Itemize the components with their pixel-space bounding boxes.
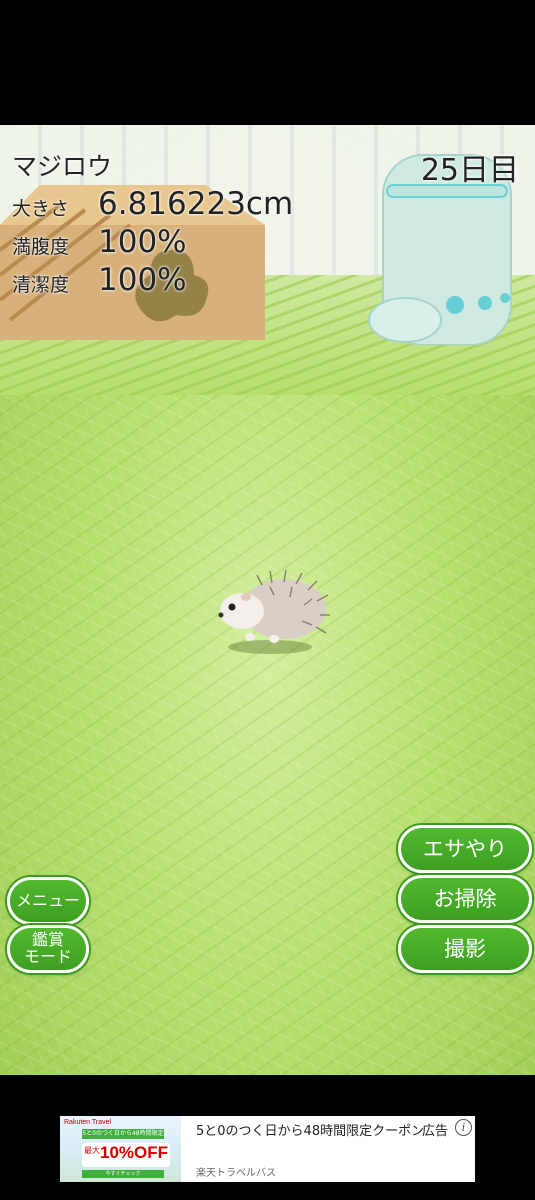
ad-brand-logo: Rakuten Travel — [64, 1119, 112, 1126]
ad-discount-percent: 10%OFF — [100, 1143, 169, 1162]
fullness-label: 満腹度 — [12, 236, 70, 258]
ad-label: 広告 — [422, 1124, 449, 1139]
photo-button[interactable]: 撮影 — [398, 925, 532, 973]
fullness-value: 100% — [98, 224, 187, 260]
game-screen[interactable]: エサやり お掃除 撮影 メニュー 鑑賞 モード — [0, 125, 535, 1075]
ad-advertiser: 楽天トラベルバス — [196, 1168, 276, 1179]
status-bar — [0, 0, 535, 125]
day-counter: 25日目 — [420, 153, 519, 188]
ad-campaign-strip: 今すぐチェック — [82, 1170, 164, 1178]
clean-button[interactable]: お掃除 — [398, 875, 532, 923]
ad-title[interactable]: 5と0のつく日から48時間限定クーポン — [196, 1122, 426, 1141]
cleanliness-label: 清潔度 — [12, 274, 70, 296]
info-icon[interactable]: i — [455, 1119, 472, 1136]
ad-banner[interactable]: Rakuten Travel 5と0のつく日から48時間限定 最大 10%OFF… — [60, 1116, 475, 1182]
ad-best-label: 最大 — [84, 1146, 100, 1155]
feed-button[interactable]: エサやり — [398, 825, 532, 873]
pet-name: マジロウ — [12, 152, 113, 181]
hedgehog-pet[interactable] — [212, 565, 332, 655]
viewing-mode-button[interactable]: 鑑賞 モード — [7, 925, 89, 973]
size-value: 6.816223cm — [98, 186, 294, 222]
ad-image-banner: 5と0のつく日から48時間限定 — [82, 1129, 164, 1139]
menu-button[interactable]: メニュー — [7, 877, 89, 925]
cleanliness-value: 100% — [98, 262, 187, 298]
viewing-mode-label-line2: モード — [23, 947, 72, 966]
size-label: 大きさ — [12, 198, 70, 220]
ad-discount-box: 最大 10%OFF — [82, 1143, 170, 1167]
ad-image[interactable]: Rakuten Travel 5と0のつく日から48時間限定 最大 10%OFF… — [60, 1116, 181, 1182]
